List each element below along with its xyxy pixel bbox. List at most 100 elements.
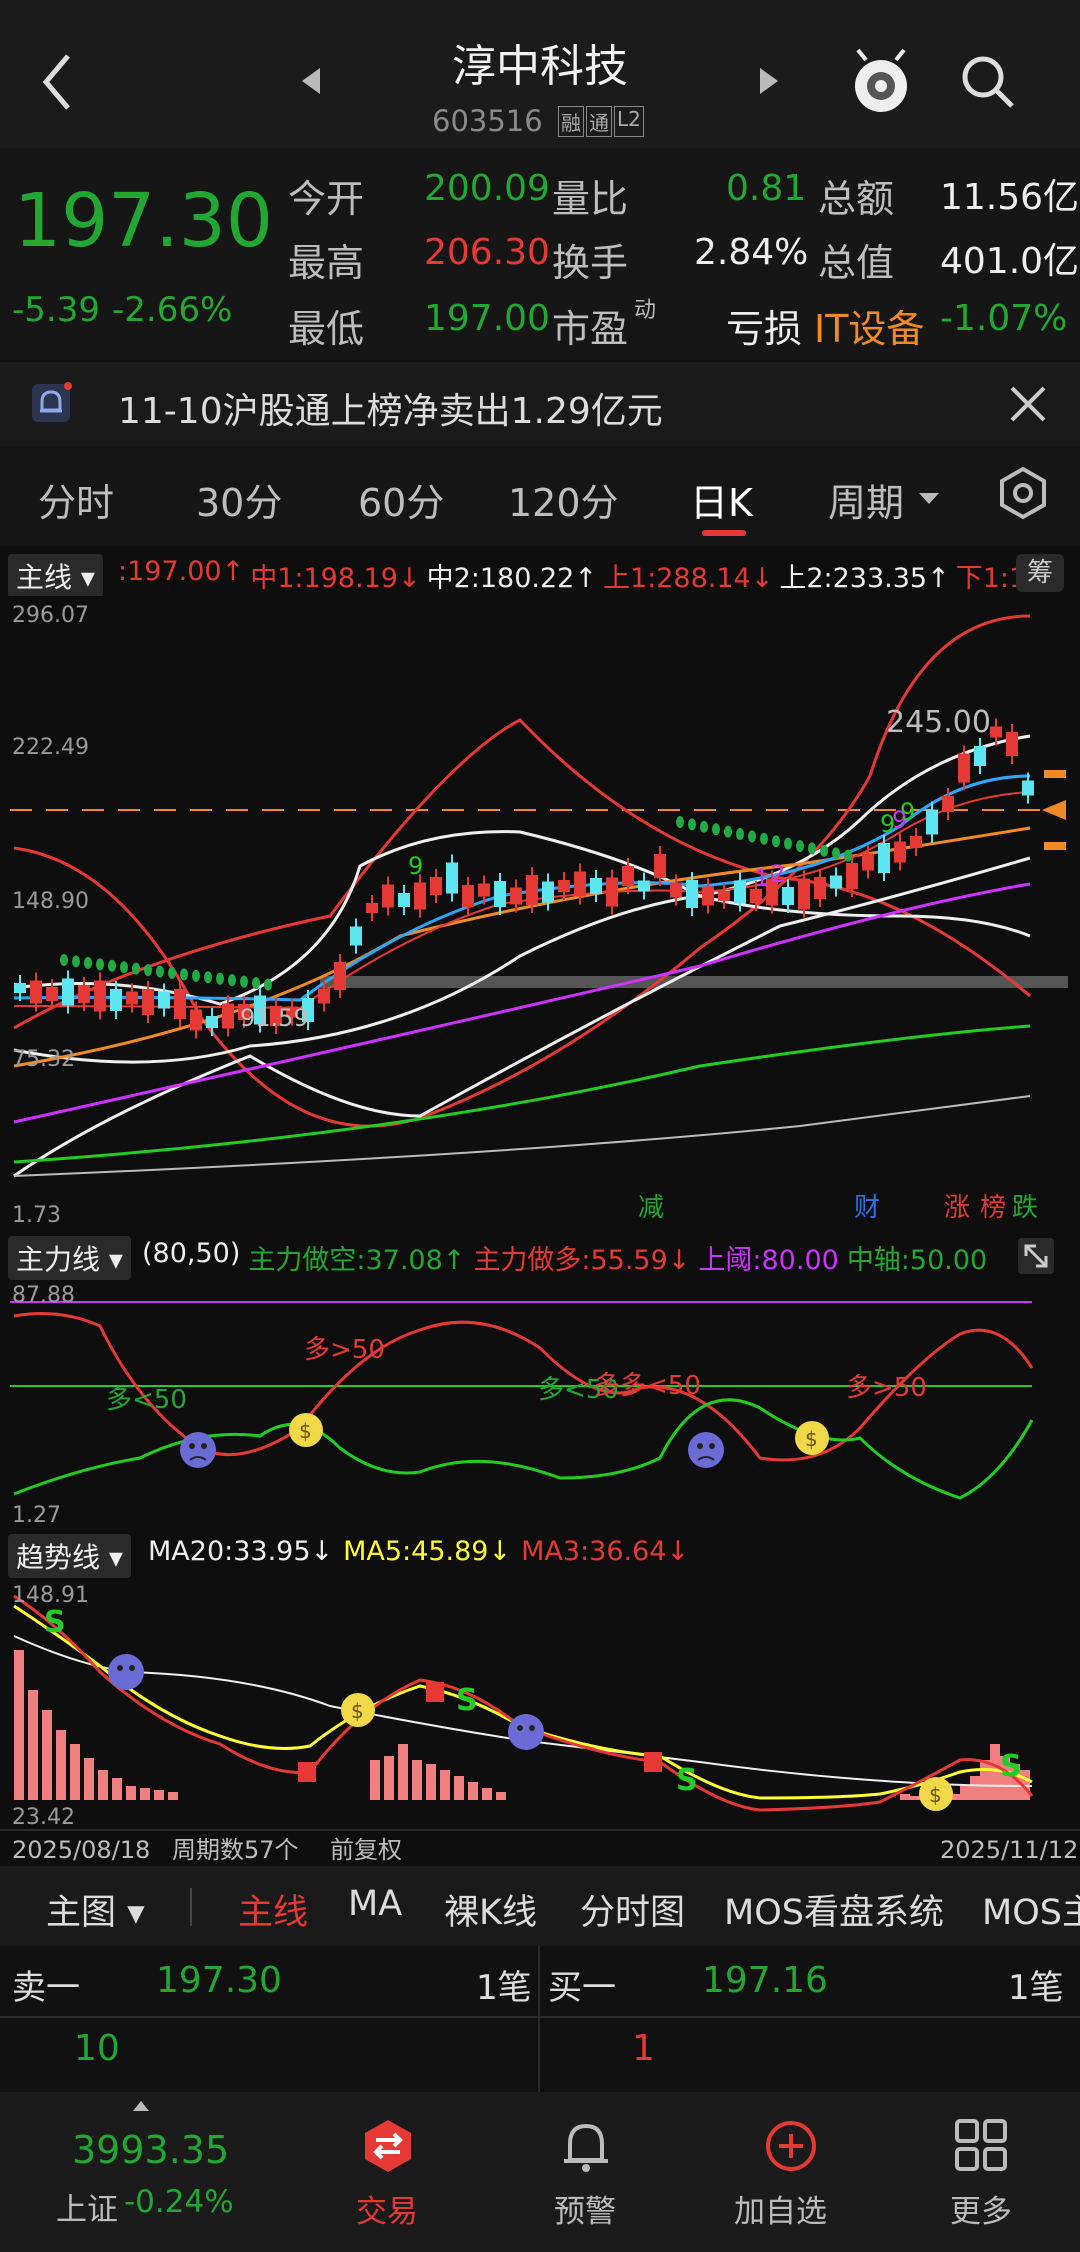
expand-up-icon[interactable] <box>132 2100 150 2112</box>
sar-dot <box>108 959 116 972</box>
period-count: 周期数57个 <box>172 1836 299 1864</box>
expand-icon[interactable] <box>1018 1238 1054 1274</box>
ind1-short: 主力做空:37.08↑ <box>248 1245 466 1276</box>
tab-60min[interactable]: 60分 <box>358 472 444 527</box>
svg-text:$: $ <box>351 1699 364 1723</box>
index-value[interactable]: 3993.35 <box>72 2128 229 2172</box>
sell1-label: 卖一 <box>12 1968 80 2008</box>
adjust-type: 前复权 <box>330 1836 402 1864</box>
kline-chart[interactable]: 296.07 222.49 148.90 75.32 1.73 245.00 9… <box>0 596 1080 1232</box>
trend-bar <box>14 1650 24 1800</box>
trend-bar <box>56 1730 66 1800</box>
margin-badge: 融 <box>558 106 584 137</box>
trend-bar <box>370 1760 380 1800</box>
candle <box>926 809 938 835</box>
sar-dot <box>712 823 720 836</box>
candle <box>670 882 682 898</box>
indicator2-selector[interactable]: 趋势线 ▾ <box>8 1534 131 1578</box>
trend-chart[interactable]: 148.91 23.42 $ $ S S S S 2025/08/18 周期数5… <box>0 1576 1080 1866</box>
ind1-param: (80,50) <box>142 1238 241 1269</box>
candle <box>334 962 346 990</box>
trend-money-icon-2: $ <box>919 1777 953 1811</box>
nav-alert[interactable]: 预警 <box>536 2110 636 2240</box>
svg-text:$: $ <box>805 1427 818 1451</box>
candle <box>446 862 458 894</box>
buy-marker-icon-2 <box>644 1752 662 1772</box>
y-label-3: 75.32 <box>12 1047 75 1072</box>
prev-stock-icon[interactable] <box>300 66 322 96</box>
sell1-price: 197.30 <box>156 1960 282 2001</box>
divider <box>190 1888 192 1926</box>
last-price: 197.30 <box>14 178 273 264</box>
candle <box>62 978 74 1006</box>
sar-dot <box>784 837 792 850</box>
nav-more[interactable]: 更多 <box>932 2110 1032 2240</box>
tab-daily[interactable]: 日K <box>690 472 753 527</box>
sar-dot <box>120 961 128 974</box>
sell1-volume: 10 <box>74 2028 120 2069</box>
back-icon[interactable] <box>40 52 76 112</box>
sar-dot <box>676 816 684 828</box>
candle <box>350 926 362 946</box>
sel-mos-main[interactable]: MOS主 <box>982 1884 1080 1935</box>
sector-link[interactable]: IT设备 <box>814 298 924 353</box>
sel-mos[interactable]: MOS看盘系统 <box>724 1884 944 1935</box>
resistance-band <box>320 976 1068 988</box>
sar-dot <box>688 818 696 831</box>
candle <box>814 877 826 899</box>
sel-mainline[interactable]: 主线 <box>238 1884 308 1935</box>
trend-bar <box>384 1756 394 1800</box>
sel-intraday[interactable]: 分时图 <box>580 1884 685 1935</box>
nav-alert-label: 预警 <box>554 2194 616 2230</box>
next-stock-icon[interactable] <box>758 66 780 96</box>
tab-120min[interactable]: 120分 <box>508 472 619 527</box>
main-force-chart[interactable]: 87.88 1.27 多<50 多>50 多<50 多多<50 多>50 $ $ <box>0 1278 1080 1526</box>
settings-icon[interactable] <box>996 466 1050 520</box>
main-chart-dropdown[interactable]: 主图 ▾ <box>46 1884 145 1935</box>
trend-bar <box>98 1770 108 1800</box>
nav-add-watch[interactable]: 加自选 <box>730 2110 850 2240</box>
td-count-0: 9 <box>408 852 423 880</box>
buy-marker-icon <box>298 1762 316 1782</box>
search-icon[interactable] <box>958 52 1018 112</box>
trend-bar <box>112 1778 122 1800</box>
nav-trade[interactable]: 交易 <box>338 2110 438 2240</box>
candle <box>222 1003 234 1029</box>
main-indicator-selector[interactable]: 主线 ▾ <box>8 554 103 598</box>
td-count-2: 2 <box>770 860 785 888</box>
top-header: 淳中科技 603516 融 通 L2 <box>0 0 1080 148</box>
sel-naked-k[interactable]: 裸K线 <box>444 1884 537 1935</box>
notice-bar[interactable]: 11-10沪股通上榜净卖出1.29亿元 <box>0 362 1080 446</box>
main-legend: 主线 ▾ :197.00↑ 中1:198.19↓ 中2:180.22↑ 上1:2… <box>0 550 1080 598</box>
dropdown-icon <box>919 493 939 504</box>
sel-ma[interactable]: MA <box>348 1884 402 1924</box>
ind1-mid: 中轴:50.00 <box>846 1245 988 1276</box>
sar-dot <box>748 830 756 843</box>
bell-alert-icon <box>564 2123 608 2172</box>
chip-distribution-button[interactable]: 筹 <box>1016 554 1064 592</box>
close-icon[interactable] <box>1010 386 1046 422</box>
candle <box>494 881 506 907</box>
indicator-selector-bar: 主图 ▾ 主线 MA 裸K线 分时图 MOS看盘系统 MOS主 <box>0 1866 1080 1946</box>
money-bag-icon: $ <box>289 1413 323 1447</box>
candle <box>574 871 586 897</box>
trend-bar <box>28 1690 38 1800</box>
ind1-label-0: 多<50 <box>106 1385 187 1415</box>
candle <box>30 980 42 1004</box>
stock-code: 603516 <box>432 104 543 138</box>
candle <box>702 886 714 906</box>
robot-assistant-icon[interactable] <box>846 46 916 116</box>
tab-period[interactable]: 周期 <box>828 472 904 527</box>
candle <box>798 878 810 910</box>
candle <box>558 880 570 892</box>
indicator1-selector[interactable]: 主力线 ▾ <box>8 1236 131 1280</box>
sar-dot <box>772 835 780 848</box>
candle <box>110 989 122 1011</box>
tab-30min[interactable]: 30分 <box>196 472 282 527</box>
ind2-ma5: MA5:45.89↓ <box>343 1536 512 1567</box>
candle <box>46 987 58 1001</box>
candle <box>990 726 1002 738</box>
buy1-volume: 1 <box>632 2028 655 2069</box>
index-name: 上证 <box>56 2192 118 2228</box>
tab-intraday[interactable]: 分时 <box>38 472 114 527</box>
